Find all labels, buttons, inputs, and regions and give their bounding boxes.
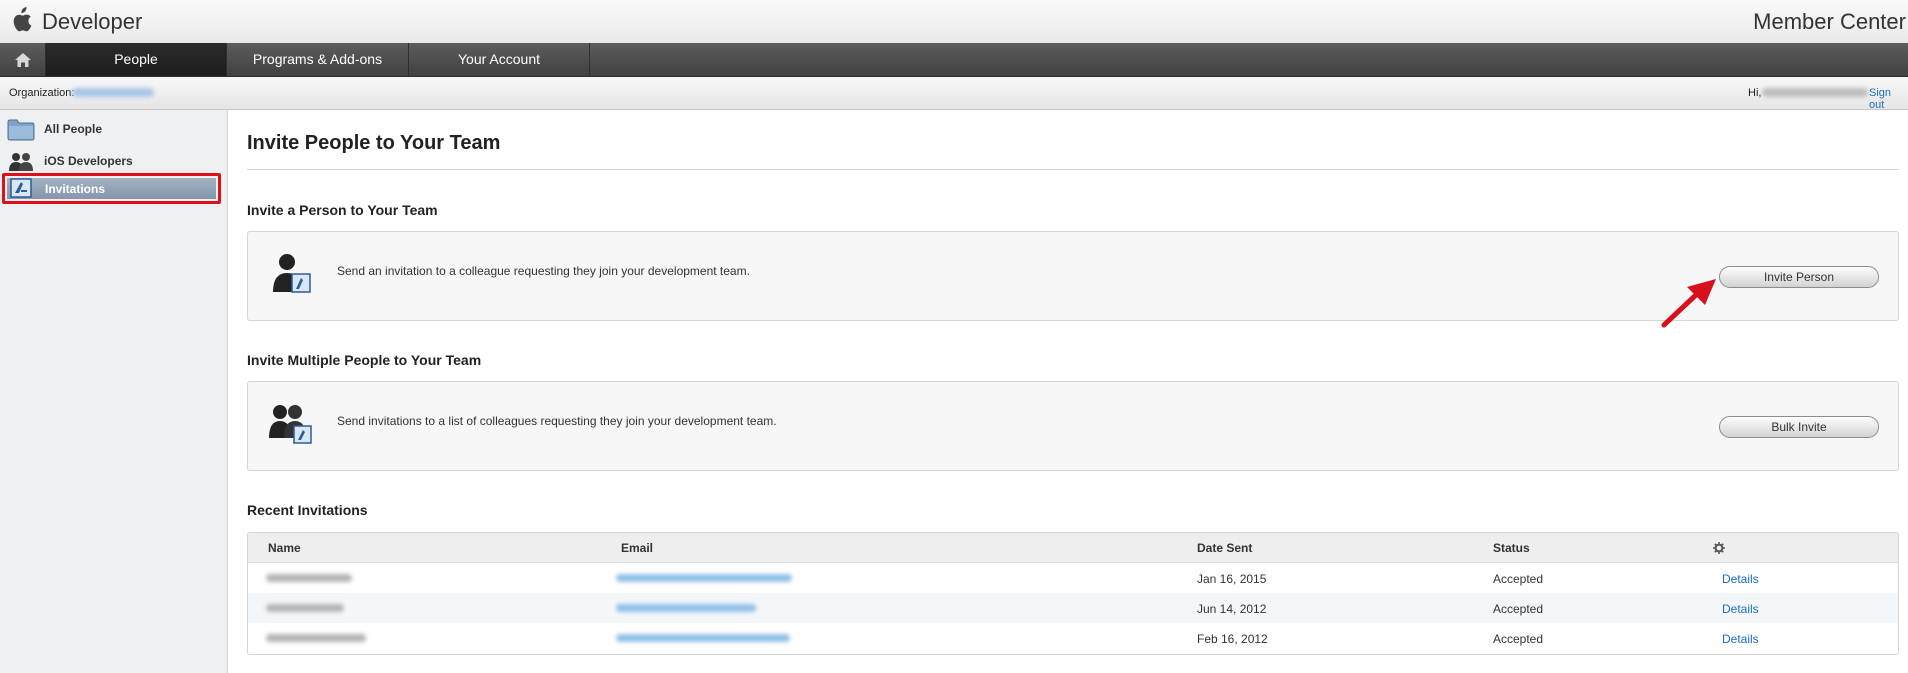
table-header: Name Email Date Sent Status — [248, 533, 1898, 563]
organization-name-redacted — [72, 88, 154, 97]
status: Accepted — [1493, 632, 1544, 646]
sidebar-item-invitations[interactable]: Invitations — [2, 173, 221, 204]
greeting-label: Hi, — [1748, 87, 1762, 99]
sidebar-item-label: Invitations — [45, 182, 106, 196]
recent-invitations-table: Name Email Date Sent Status Jan 16, 2015… — [247, 532, 1899, 655]
details-link[interactable]: Details — [1722, 572, 1759, 586]
top-header: Developer Member Center — [0, 0, 1908, 44]
sign-out-link[interactable]: Sign out — [1869, 87, 1908, 111]
bulk-invite-button[interactable]: Bulk Invite — [1719, 416, 1879, 438]
user-name-redacted — [1762, 88, 1868, 97]
column-name[interactable]: Name — [268, 541, 301, 555]
sidebar: All People iOS Developers Invitations — [0, 110, 228, 673]
details-link[interactable]: Details — [1722, 602, 1759, 616]
folder-icon — [7, 119, 35, 141]
sidebar-item-label: All People — [44, 122, 103, 136]
apple-logo-icon[interactable] — [10, 7, 32, 33]
table-row: Jan 16, 2015 Accepted Details — [248, 563, 1898, 593]
invite-multiple-heading: Invite Multiple People to Your Team — [247, 352, 482, 368]
invitee-name-redacted — [266, 634, 366, 642]
invite-multiple-description: Send invitations to a list of colleagues… — [337, 414, 777, 428]
date-sent: Feb 16, 2012 — [1197, 632, 1268, 646]
main-nav: People Programs & Add-ons Your Account — [0, 43, 1908, 77]
organization-label: Organization: — [9, 87, 75, 99]
status: Accepted — [1493, 572, 1544, 586]
date-sent: Jan 16, 2015 — [1197, 572, 1267, 586]
title-divider — [247, 169, 1899, 170]
column-date-sent[interactable]: Date Sent — [1197, 541, 1252, 555]
invitee-email-redacted — [616, 574, 792, 582]
invitee-email-redacted — [616, 634, 790, 642]
member-center-title[interactable]: Member Center — [1753, 9, 1906, 35]
people-invite-icon — [269, 405, 312, 444]
invite-person-description: Send an invitation to a colleague reques… — [337, 264, 750, 278]
page-title: Invite People to Your Team — [247, 132, 501, 154]
sidebar-item-highlight — [7, 178, 216, 199]
invite-person-panel: Send an invitation to a colleague reques… — [247, 231, 1899, 321]
nav-tab-your-account[interactable]: Your Account — [409, 43, 590, 76]
invitee-name-redacted — [266, 604, 344, 612]
invitee-email-redacted — [616, 604, 756, 612]
person-invite-icon — [273, 254, 311, 293]
table-row: Jun 14, 2012 Accepted Details — [248, 593, 1898, 623]
gear-icon[interactable] — [1713, 542, 1725, 554]
invite-person-button[interactable]: Invite Person — [1719, 266, 1879, 288]
recent-invitations-heading: Recent Invitations — [247, 502, 368, 518]
invite-multiple-panel: Send invitations to a list of colleagues… — [247, 381, 1899, 471]
invitation-icon — [10, 178, 32, 198]
annotation-arrow-icon — [1661, 279, 1716, 328]
sidebar-item-all-people[interactable]: All People — [0, 113, 227, 145]
people-icon — [9, 153, 33, 171]
nav-tab-people[interactable]: People — [46, 43, 227, 76]
home-button[interactable] — [0, 43, 46, 76]
sidebar-item-label: iOS Developers — [44, 154, 133, 168]
invitee-name-redacted — [266, 574, 352, 582]
organization-bar: Organization: Hi, Sign out — [0, 77, 1908, 111]
invite-person-heading: Invite a Person to Your Team — [247, 202, 438, 218]
brand-title[interactable]: Developer — [42, 9, 142, 35]
status: Accepted — [1493, 602, 1544, 616]
column-email[interactable]: Email — [621, 541, 653, 555]
home-icon — [14, 52, 31, 67]
column-status[interactable]: Status — [1493, 541, 1530, 555]
table-row: Feb 16, 2012 Accepted Details — [248, 623, 1898, 653]
date-sent: Jun 14, 2012 — [1197, 602, 1267, 616]
nav-tab-programs[interactable]: Programs & Add-ons — [227, 43, 409, 76]
details-link[interactable]: Details — [1722, 632, 1759, 646]
